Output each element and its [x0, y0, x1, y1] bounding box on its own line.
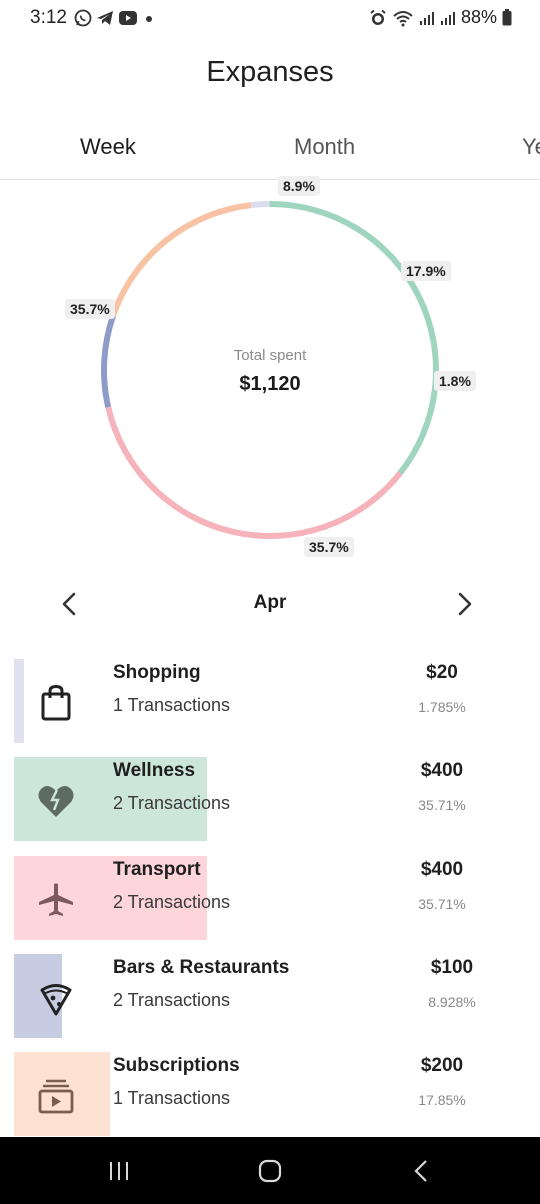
category-name: Shopping: [113, 662, 201, 683]
total-spent-value: $1,120: [239, 373, 301, 395]
airplane-icon: [39, 883, 73, 916]
battery-icon: [502, 9, 512, 26]
tab-month[interactable]: Month: [294, 134, 355, 160]
category-transactions: 2 Transactions: [113, 892, 231, 912]
tab-week[interactable]: Week: [80, 134, 136, 160]
notification-icons: [74, 7, 156, 29]
status-right: 88%: [369, 7, 512, 28]
slice-label-bars: 8.9%: [278, 176, 320, 196]
category-amount: $400: [420, 859, 464, 880]
whatsapp-icon: [74, 9, 92, 27]
category-percent: 35.71%: [418, 797, 466, 813]
dot-icon: [146, 16, 152, 22]
telegram-icon: [97, 11, 113, 25]
expense-donut-chart: Total spent $1,120 8.9% 17.9% 1.8% 35.7%…: [0, 176, 540, 570]
donut-slice-transport: [105, 406, 403, 539]
chevron-right-icon[interactable]: [450, 588, 478, 620]
total-spent-label: Total spent: [233, 347, 307, 364]
category-row-transport[interactable]: Transport 2 Transactions $400 35.71%: [0, 856, 540, 944]
category-row-shopping[interactable]: Shopping 1 Transactions $20 1.785%: [0, 659, 540, 747]
slice-label-wellness: 35.7%: [304, 537, 354, 557]
page-title: Expanses: [206, 56, 334, 88]
category-percent: 35.71%: [418, 896, 466, 912]
category-row-subscriptions[interactable]: Subscriptions 1 Transactions $200 17.85%: [0, 1052, 540, 1140]
status-bar: 3:12 88%: [0, 0, 540, 36]
signal-icon: [419, 11, 434, 25]
category-bar: [14, 659, 24, 743]
back-icon[interactable]: [410, 1159, 434, 1183]
category-percent: 1.785%: [418, 699, 466, 715]
youtube-icon: [119, 11, 137, 25]
category-row-wellness[interactable]: Wellness 2 Transactions $400 35.71%: [0, 757, 540, 845]
donut-slice-shopping: [250, 201, 270, 209]
shopping-bag-icon: [41, 685, 71, 721]
donut-slice-subscriptions: [110, 202, 252, 317]
home-icon[interactable]: [257, 1159, 283, 1183]
chevron-left-icon[interactable]: [56, 588, 84, 620]
category-row-bars-restaurants[interactable]: Bars & Restaurants 2 Transactions $100 8…: [0, 954, 540, 1042]
category-transactions: 1 Transactions: [113, 695, 231, 715]
category-name: Bars & Restaurants: [113, 957, 290, 978]
recent-apps-icon[interactable]: [107, 1159, 131, 1183]
donut-slice-wellness: [269, 200, 439, 476]
period-tabs: Week Month Ye: [0, 118, 540, 180]
broken-heart-icon: [38, 786, 74, 817]
slice-label-transport: 35.7%: [65, 299, 115, 319]
status-time: 3:12: [30, 7, 67, 28]
category-transactions: 2 Transactions: [113, 793, 231, 813]
category-name: Subscriptions: [113, 1055, 240, 1076]
slice-label-subscriptions: 17.9%: [401, 261, 451, 281]
category-amount: $20: [426, 662, 458, 683]
tab-year[interactable]: Ye: [522, 134, 540, 160]
category-amount: $100: [430, 957, 474, 978]
month-navigation: Apr: [0, 584, 540, 624]
slice-label-shopping: 1.8%: [434, 371, 476, 391]
battery-percent: 88%: [460, 7, 497, 27]
pizza-icon: [40, 984, 72, 1016]
category-transactions: 2 Transactions: [113, 990, 231, 1010]
category-amount: $200: [420, 1055, 464, 1076]
alarm-icon: [370, 9, 386, 25]
donut-slice-bars-restaurants: [101, 314, 117, 409]
month-label: Apr: [253, 592, 287, 613]
category-percent: 8.928%: [428, 994, 476, 1010]
wifi-icon: [393, 10, 413, 26]
category-name: Wellness: [113, 760, 196, 781]
signal-icon: [440, 11, 455, 25]
category-transactions: 1 Transactions: [113, 1088, 231, 1108]
category-name: Transport: [113, 859, 201, 880]
category-percent: 17.85%: [418, 1092, 466, 1108]
system-navigation-bar: [0, 1137, 540, 1204]
category-amount: $400: [420, 760, 464, 781]
subscriptions-icon: [38, 1079, 74, 1114]
